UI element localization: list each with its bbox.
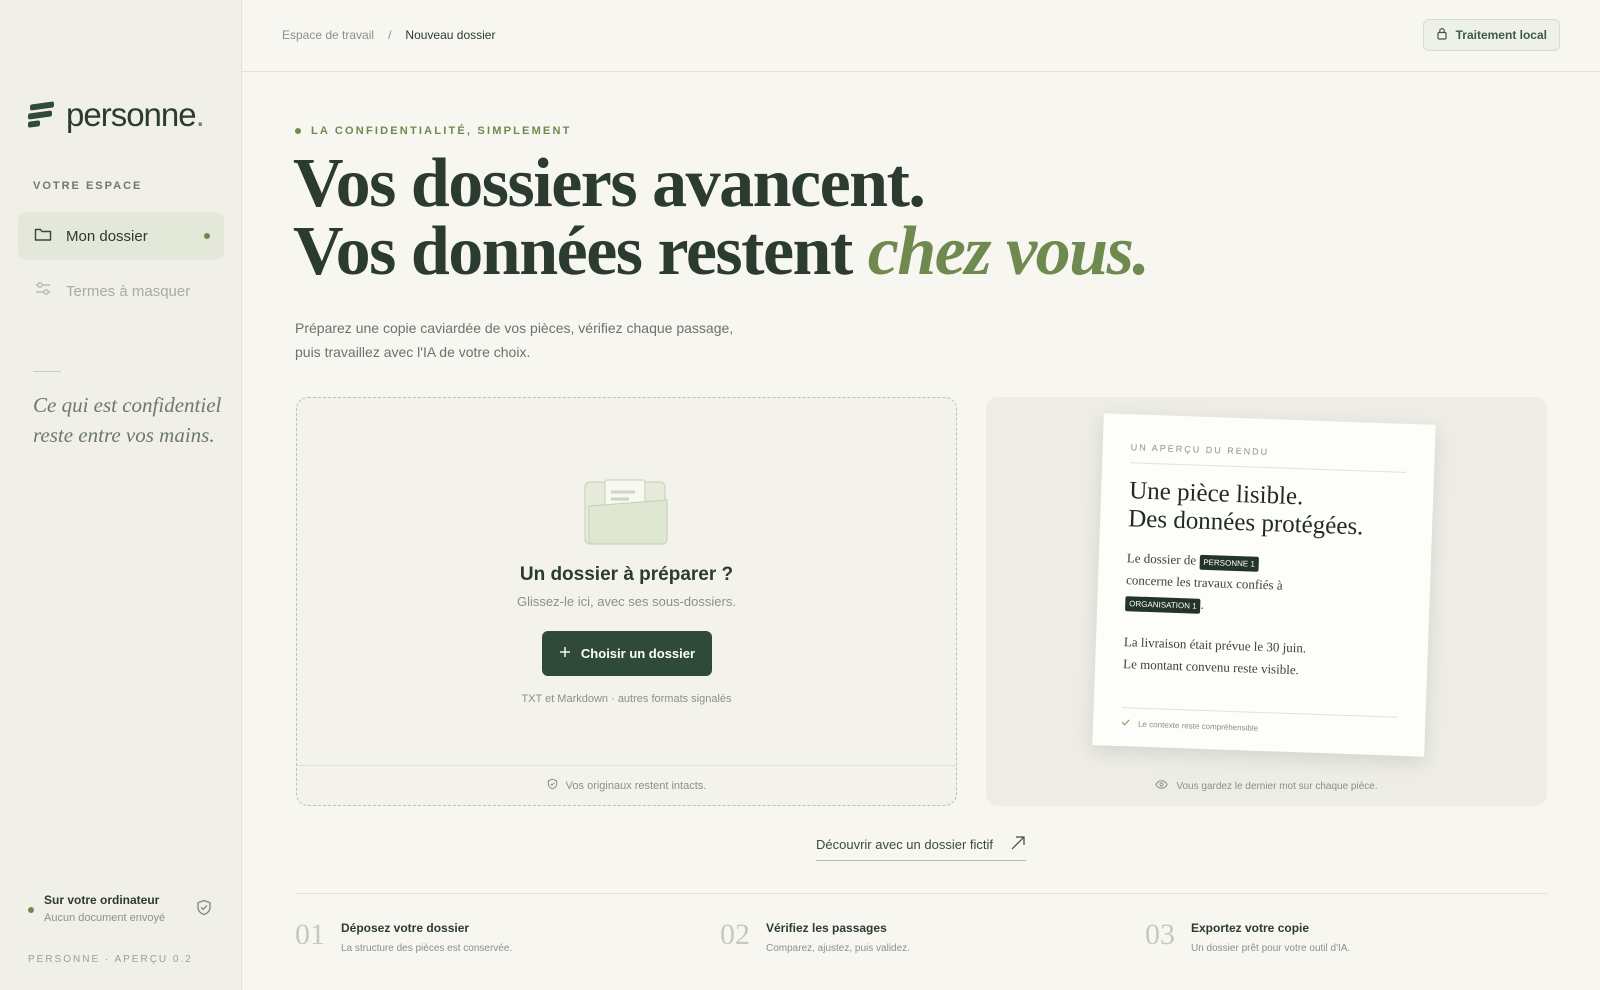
supported-formats: TXT et Markdown · autres formats signalé…: [521, 693, 732, 705]
discover-demo-link[interactable]: Découvrir avec un dossier fictif: [816, 829, 1026, 861]
page-title: Vos dossiers avancent. Vos données reste…: [293, 149, 1150, 287]
preview-paper: UN APERÇU DU RENDU Une pièce lisible. De…: [1092, 413, 1436, 757]
version-label: PERSONNE · APERÇU 0.2: [28, 954, 193, 965]
step-title: Vérifiez les passages: [766, 921, 887, 935]
step-number: 01: [295, 918, 325, 951]
preview-title: Une pièce lisible. Des données protégées…: [1128, 477, 1406, 543]
sidebar-section-label: VOTRE ESPACE: [33, 180, 143, 192]
eyebrow-dot: [295, 128, 301, 134]
preview-body-c: .: [1200, 596, 1205, 612]
choose-folder-button[interactable]: Choisir un dossier: [542, 631, 712, 676]
headline-line-2: Vos données restent: [293, 213, 868, 290]
status-dot: [28, 907, 34, 913]
check-icon: [1121, 718, 1130, 728]
sidebar-item-termes[interactable]: Termes à masquer: [18, 267, 224, 315]
redaction-tag-person: PERSONNE 1: [1199, 554, 1260, 572]
eye-icon: [1155, 780, 1169, 792]
badge-label: Traitement local: [1455, 28, 1547, 42]
plus-icon: [559, 646, 571, 661]
sidebar-item-label: Mon dossier: [66, 227, 148, 245]
preview-body-b: concerne les travaux confiés à: [1125, 572, 1283, 593]
step-title: Déposez votre dossier: [341, 921, 470, 935]
logo-mark-icon: [28, 101, 56, 129]
divider: [33, 371, 61, 372]
dropzone-subtitle: Glissez-le ici, avec ses sous-dossiers.: [517, 594, 736, 609]
topbar: Espace de travail / Nouveau dossier Trai…: [242, 0, 1600, 72]
local-processing-badge[interactable]: Traitement local: [1422, 19, 1560, 51]
discover-label: Découvrir avec un dossier fictif: [816, 837, 994, 852]
preview-body: Le dossier de PERSONNE 1 concerne les tr…: [1125, 547, 1403, 623]
status-title: Sur votre ordinateur: [44, 893, 160, 907]
arrow-up-right-icon: [1010, 835, 1026, 854]
sidebar-item-mon-dossier[interactable]: Mon dossier: [18, 212, 224, 260]
sidebar: personne. VOTRE ESPACE Mon dossier Terme…: [0, 0, 242, 990]
step-1: 01 Déposez votre dossier La structure de…: [295, 918, 512, 954]
step-number: 03: [1145, 918, 1175, 951]
shield-check-icon: [196, 899, 212, 921]
step-subtitle: La structure des pièces est conservée.: [341, 943, 513, 954]
lock-icon: [1436, 27, 1448, 43]
step-subtitle: Comparez, ajustez, puis validez.: [766, 943, 910, 954]
headline-line-1: Vos dossiers avancent.: [293, 145, 926, 222]
step-number: 02: [720, 918, 750, 951]
step-title: Exportez votre copie: [1191, 921, 1310, 935]
eyebrow-text: LA CONFIDENTIALITÉ, SIMPLEMENT: [311, 125, 572, 137]
preview-label: UN APERÇU DU RENDU: [1130, 442, 1270, 458]
preview-body2-line-2: Le montant convenu reste visible.: [1122, 656, 1300, 678]
dropzone-footer-text: Vos originaux restent intacts.: [565, 779, 707, 792]
headline-emphasis: chez vous.: [867, 213, 1150, 290]
step-subtitle: Un dossier prêt pour votre outil d'IA.: [1191, 943, 1351, 954]
preview-rule: [1130, 462, 1407, 473]
sidebar-item-label: Termes à masquer: [66, 282, 191, 300]
folder-dropzone[interactable]: Un dossier à préparer ? Glissez-le ici, …: [296, 397, 957, 806]
step-3: 03 Exportez votre copie Un dossier prêt …: [1145, 918, 1350, 954]
folder-illustration-icon: [583, 478, 671, 553]
preview-caption-text: Vous gardez le dernier mot sur chaque pi…: [1176, 780, 1378, 792]
dropzone-title: Un dossier à préparer ?: [519, 564, 734, 585]
preview-footer: Le contexte reste compréhensible: [1120, 707, 1398, 738]
preview-footer-text: Le contexte reste compréhensible: [1137, 719, 1259, 733]
preview-title-line-2: Des données protégées.: [1127, 505, 1364, 541]
preview-body2-line-1: La livraison était prévue le 30 juin.: [1123, 634, 1307, 656]
breadcrumb-root[interactable]: Espace de travail: [282, 28, 374, 42]
folder-icon: [34, 226, 52, 246]
sliders-icon: [34, 280, 52, 302]
breadcrumb-separator: /: [388, 28, 392, 42]
intro-text: Préparez une copie caviardée de vos pièc…: [295, 316, 755, 364]
breadcrumb: Espace de travail / Nouveau dossier: [282, 28, 495, 42]
choose-folder-label: Choisir un dossier: [580, 646, 696, 661]
intro-line-2: puis travaillez avec l'IA de votre choix…: [295, 344, 531, 360]
sidebar-quote: Ce qui est confidentiel reste entre vos …: [33, 393, 222, 447]
logo-dot: .: [195, 96, 205, 133]
logo[interactable]: personne.: [28, 96, 205, 134]
shield-check-icon: [547, 778, 558, 793]
breadcrumb-current: Nouveau dossier: [405, 28, 496, 42]
preview-caption: Vous gardez le dernier mot sur chaque pi…: [986, 780, 1547, 792]
intro-line-1: Préparez une copie caviardée de vos pièc…: [295, 320, 734, 336]
active-indicator-dot: [204, 233, 210, 239]
logo-text: personne: [66, 96, 197, 133]
eyebrow: LA CONFIDENTIALITÉ, SIMPLEMENT: [295, 125, 572, 137]
dropzone-footer: Vos originaux restent intacts.: [297, 765, 956, 805]
preview-body-a: Le dossier de: [1126, 550, 1197, 568]
steps-divider: [296, 893, 1547, 894]
preview-body-2: La livraison était prévue le 30 juin. Le…: [1123, 631, 1400, 685]
status-subtitle: Aucun document envoyé: [44, 912, 166, 924]
step-2: 02 Vérifiez les passages Comparez, ajust…: [720, 918, 910, 954]
render-preview-panel: UN APERÇU DU RENDU Une pièce lisible. De…: [986, 397, 1547, 806]
redaction-tag-organisation: ORGANISATION 1: [1125, 595, 1201, 614]
